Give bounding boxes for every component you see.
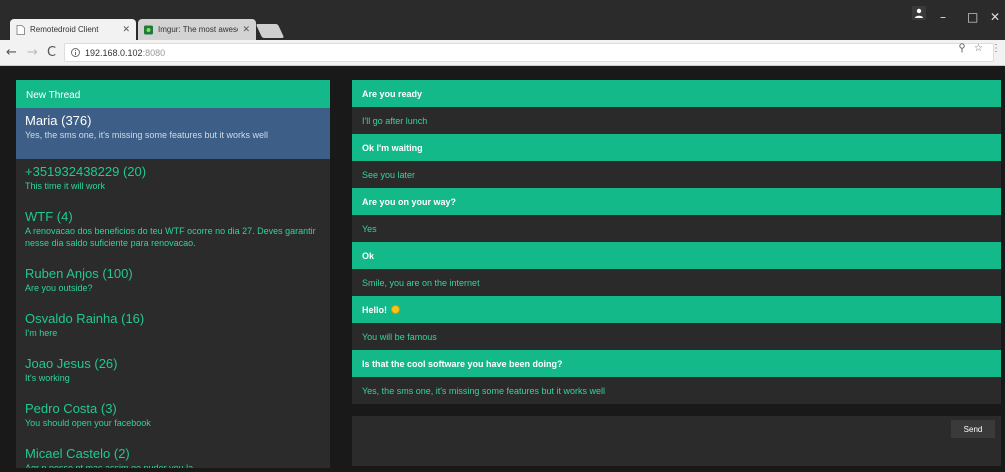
thread-preview: This time it will work [25,181,106,191]
tab-imgur[interactable]: Imgur: The most awesom ✕ [138,19,256,40]
thread-item[interactable]: WTF (4) A renovacao dos beneficios do teu… [16,204,330,261]
thread-name: Pedro Costa (3) [25,401,117,416]
tab-remotedroid[interactable]: Remotedroid Client ✕ [10,19,136,40]
thread-item[interactable]: Joao Jesus (26) It's working [16,351,330,396]
thread-preview: A renovacao dos beneficios do teu WTF oc… [25,226,316,248]
reload-icon[interactable]: C [47,45,56,60]
thread-name: Maria (376) [25,113,92,128]
browser-titlebar: Remotedroid Client ✕ Imgur: The most awe… [0,0,1005,40]
thread-name: Joao Jesus (26) [25,356,118,371]
url-port: :8080 [142,47,166,58]
thread-preview: I'm here [25,328,58,338]
thread-name: +351932438229 (20) [25,164,147,179]
message-text: Yes, the sms one, it's missing some feat… [362,385,605,396]
thread-list: Maria (376) Yes, the sms one, it's missin… [16,108,330,468]
message-text: Ok I'm waiting [362,142,423,153]
message-text: Are you ready [362,88,423,99]
message-bubble: Yes [352,215,1001,242]
message-text: Are you on your way? [362,196,457,207]
minimize-icon[interactable]: – [940,10,946,24]
message-text: Hello! [362,304,388,315]
tab-title: Imgur: The most awesom [158,25,238,34]
imgur-icon [144,25,153,34]
browser-toolbar: ← → C 192.168.0.102:8080 ☆ ⋮ [0,40,1005,66]
message-text: I'll go after lunch [362,115,428,126]
message-bubble: Is that the cool software you have been … [352,350,1001,377]
message-text: Yes [362,223,377,234]
thread-item[interactable]: Ruben Anjos (100) Are you outside? [16,261,330,306]
message-list: Are you ready I'll go after lunch Ok I'm w… [352,80,1001,404]
back-icon[interactable]: ← [6,45,17,60]
thread-preview: Are you outside? [25,283,93,293]
page-icon [16,24,25,35]
thread-item[interactable]: Pedro Costa (3) You should open your face… [16,396,330,441]
new-thread-button[interactable]: New Thread [16,80,330,108]
user-icon[interactable] [912,6,926,20]
message-bubble: I'll go after lunch [352,107,1001,134]
message-input[interactable] [352,416,942,466]
thread-preview: Agr n posso pt mas assim qe puder vou la [25,463,194,468]
message-bubble: Ok [352,242,1001,269]
message-text: See you later [362,169,416,180]
thread-item[interactable]: Maria (376) Yes, the sms one, it's missin… [16,108,330,159]
bookmark-star-icon[interactable]: ☆ [974,43,983,54]
send-button[interactable]: Send [951,420,995,438]
close-icon[interactable]: ✕ [242,24,250,35]
window-close-icon[interactable]: ✕ [990,10,1000,24]
key-icon[interactable] [958,43,966,53]
address-bar[interactable]: 192.168.0.102:8080 [64,43,994,62]
message-bubble: See you later [352,161,1001,188]
message-bubble: Hello! [352,296,1001,323]
new-tab-button[interactable] [255,24,285,38]
thread-item[interactable]: Micael Castelo (2) Agr n posso pt mas ass… [16,441,330,468]
message-bubble: Ok I'm waiting [352,134,1001,161]
maximize-icon[interactable]: □ [967,10,978,24]
url-host: 192.168.0.102 [85,47,143,58]
message-bubble: Smile, you are on the internet [352,269,1001,296]
tab-title: Remotedroid Client [30,25,99,34]
smiley-emoji-icon [391,305,401,314]
message-text: Is that the cool software you have been … [362,358,563,369]
message-bubble: Yes, the sms one, it's missing some feat… [352,377,1001,404]
thread-name: Osvaldo Rainha (16) [25,311,145,326]
message-composer: Send [352,416,1001,466]
thread-name: WTF (4) [25,209,73,224]
message-text: Ok [362,250,375,261]
message-bubble: Are you on your way? [352,188,1001,215]
thread-preview: Yes, the sms one, it's missing some feat… [25,130,268,140]
thread-preview: It's working [25,373,70,383]
thread-preview: You should open your facebook [25,418,151,428]
thread-item[interactable]: +351932438229 (20) This time it will work [16,159,330,204]
thread-item[interactable]: Osvaldo Rainha (16) I'm here [16,306,330,351]
forward-icon[interactable]: → [27,45,38,60]
message-text: You will be famous [362,331,437,342]
message-bubble: Are you ready [352,80,1001,107]
thread-name: Ruben Anjos (100) [25,266,133,281]
message-bubble: You will be famous [352,323,1001,350]
close-icon[interactable]: ✕ [122,24,130,35]
menu-icon[interactable]: ⋮ [991,43,1001,54]
thread-name: Micael Castelo (2) [25,446,130,461]
info-icon[interactable] [71,48,80,57]
message-text: Smile, you are on the internet [362,277,480,288]
thread-sidebar: New Thread Maria (376) Yes, the sms one, … [16,80,330,468]
app-page: New Thread Maria (376) Yes, the sms one, … [0,66,1005,472]
